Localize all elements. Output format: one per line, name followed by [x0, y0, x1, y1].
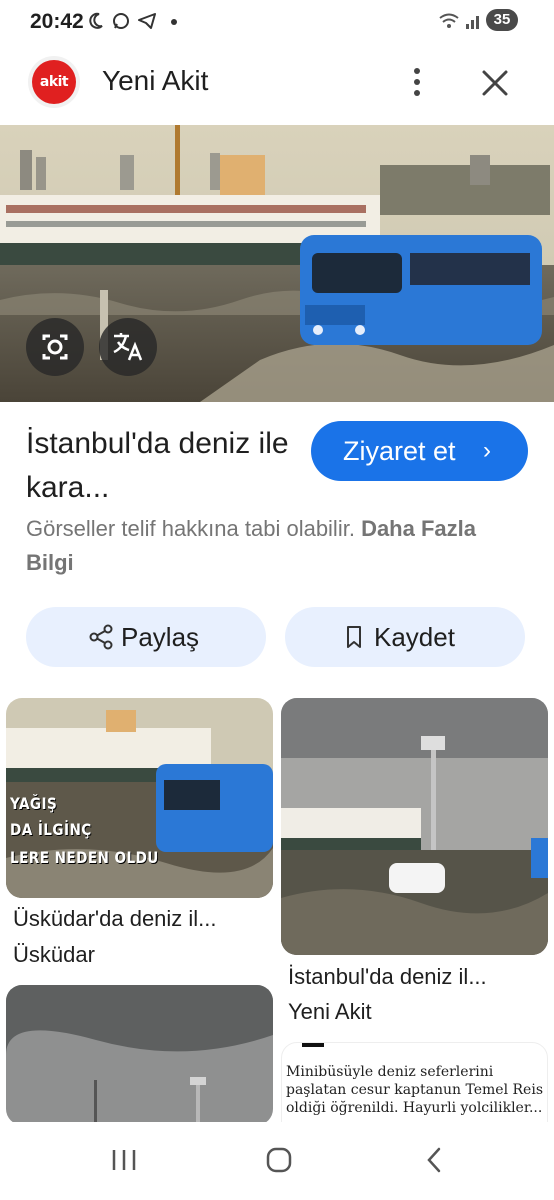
caption-mark [302, 1043, 324, 1047]
dot-icon [171, 19, 177, 25]
telegram-icon [138, 13, 157, 30]
signal-icon [465, 15, 479, 29]
related-source-1: Üsküdar [13, 942, 95, 967]
overlay-line-3: LERE NEDEN OLDU [10, 848, 159, 867]
recent-apps-icon[interactable] [111, 1148, 137, 1172]
visit-label: Ziyaret et [343, 436, 456, 466]
battery-badge: 35 [486, 9, 518, 31]
result-title[interactable]: İstanbul'da deniz ile kara... [26, 422, 296, 510]
system-nav-bar [0, 1122, 554, 1200]
translate-button[interactable] [99, 318, 157, 376]
header: akit Yeni Akit [0, 50, 554, 114]
visit-button[interactable]: Ziyaret et › [311, 421, 528, 481]
translate-icon [113, 333, 143, 361]
overlay-line-1: YAĞIŞ [10, 794, 58, 813]
notification-icons [88, 10, 157, 31]
related-caption-card[interactable]: Minibüsüyle deniz seferlerini paşlatan c… [281, 1042, 548, 1132]
copyright-text: Görseller telif hakkına tabi olabilir. [26, 516, 355, 541]
related-title-2[interactable]: İstanbul'da deniz il... [288, 964, 487, 990]
flood-thumbnail-image [281, 698, 548, 955]
status-bar: 20:42 35 [0, 0, 554, 44]
related-image-2[interactable] [281, 698, 548, 955]
related-image-3[interactable] [6, 985, 273, 1125]
share-icon [89, 624, 113, 650]
site-logo: akit [28, 56, 80, 108]
site-title: Yeni Akit [102, 65, 209, 96]
share-button[interactable]: Paylaş [26, 607, 266, 667]
lens-icon [42, 334, 68, 360]
moon-icon [89, 13, 103, 29]
share-label: Paylaş [121, 622, 200, 652]
hero-image[interactable] [0, 125, 554, 402]
save-button[interactable]: Kaydet [285, 607, 525, 667]
related-title-1[interactable]: Üsküdar'da deniz il... [13, 906, 217, 932]
related-caption: Minibüsüyle deniz seferlerini paşlatan c… [286, 1064, 544, 1116]
copyright-note: Görseller telif hakkına tabi olabilir. D… [26, 512, 526, 580]
more-options-icon[interactable] [404, 64, 430, 100]
overlay-line-2: DA İLGİNÇ [10, 820, 92, 839]
status-time: 20:42 [30, 10, 84, 33]
connectivity-icons [438, 10, 483, 30]
storm-thumbnail-image [6, 985, 273, 1125]
wifi-icon [439, 13, 459, 28]
whatsapp-icon [113, 13, 130, 30]
related-source-2: Yeni Akit [288, 999, 372, 1024]
bookmark-icon [347, 626, 361, 648]
home-icon[interactable] [265, 1146, 293, 1174]
related-image-1[interactable]: YAĞIŞ DA İLGİNÇ LERE NEDEN OLDU [6, 698, 273, 898]
logo-text: akit [32, 60, 76, 104]
lens-button[interactable] [26, 318, 84, 376]
save-label: Kaydet [374, 622, 455, 652]
chevron-right-icon: › [483, 437, 491, 464]
close-icon[interactable] [478, 66, 512, 100]
back-icon[interactable] [424, 1146, 444, 1174]
